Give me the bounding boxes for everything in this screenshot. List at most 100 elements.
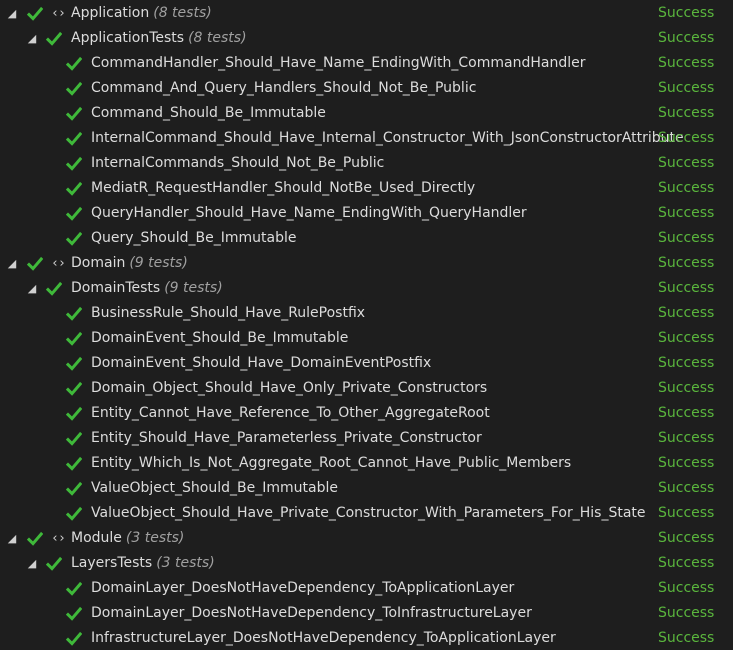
check-icon (65, 331, 83, 347)
test-name-label: MediatR_RequestHandler_Should_NotBe_Used… (91, 176, 475, 201)
test-row[interactable]: Entity_Should_Have_Parameterless_Private… (0, 426, 733, 451)
test-row[interactable]: InternalCommands_Should_Not_Be_Public Suc… (0, 151, 733, 176)
test-name-label: LayersTests (3 tests) (71, 551, 215, 576)
collapse-triangle-icon[interactable]: ◢ (26, 26, 38, 51)
class-row[interactable]: ◢ ApplicationTests (8 tests) Success (0, 26, 733, 51)
test-row[interactable]: Domain_Object_Should_Have_Only_Private_C… (0, 376, 733, 401)
check-icon (26, 256, 44, 272)
node-name: ValueObject_Should_Be_Immutable (91, 480, 338, 496)
test-row[interactable]: MediatR_RequestHandler_Should_NotBe_Used… (0, 176, 733, 201)
check-icon (65, 456, 83, 472)
test-row[interactable]: Query_Should_Be_Immutable Success (0, 226, 733, 251)
check-icon (65, 631, 83, 647)
check-icon (45, 556, 63, 572)
test-name-label: Domain (9 tests) (71, 251, 188, 276)
node-name: DomainEvent_Should_Have_DomainEventPostf… (91, 355, 432, 371)
namespace-row[interactable]: ◢ ‹› Domain (9 tests) Success (0, 251, 733, 276)
test-name-label: Entity_Should_Have_Parameterless_Private… (91, 426, 482, 451)
test-row[interactable]: DomainLayer_DoesNotHaveDependency_ToAppl… (0, 576, 733, 601)
check-icon (65, 181, 83, 197)
test-name-label: ApplicationTests (8 tests) (71, 26, 247, 51)
status-label: Success (658, 605, 715, 621)
test-row[interactable]: Entity_Which_Is_Not_Aggregate_Root_Canno… (0, 451, 733, 476)
node-name: Module (71, 530, 122, 546)
node-name: DomainLayer_DoesNotHaveDependency_ToInfr… (91, 605, 532, 621)
collapse-triangle-icon[interactable]: ◢ (6, 1, 18, 26)
collapse-triangle-icon[interactable]: ◢ (26, 551, 38, 576)
test-count: (3 tests) (156, 555, 215, 571)
test-row[interactable]: DomainEvent_Should_Be_Immutable Success (0, 326, 733, 351)
status-label: Success (658, 630, 715, 646)
test-name-label: Query_Should_Be_Immutable (91, 226, 296, 251)
check-icon (65, 306, 83, 322)
namespace-row[interactable]: ◢ ‹› Module (3 tests) Success (0, 526, 733, 551)
test-row[interactable]: ValueObject_Should_Be_Immutable Success (0, 476, 733, 501)
check-icon (65, 156, 83, 172)
check-icon (45, 281, 63, 297)
status-label: Success (658, 105, 715, 121)
check-icon (65, 106, 83, 122)
test-row[interactable]: QueryHandler_Should_Have_Name_EndingWith… (0, 201, 733, 226)
check-icon (45, 31, 63, 47)
test-count: (8 tests) (153, 5, 212, 21)
collapse-triangle-icon[interactable]: ◢ (6, 526, 18, 551)
collapse-triangle-icon[interactable]: ◢ (26, 276, 38, 301)
namespace-braces-icon: ‹› (51, 6, 66, 21)
test-count: (9 tests) (129, 255, 188, 271)
test-row[interactable]: Command_Should_Be_Immutable Success (0, 101, 733, 126)
test-name-label: InternalCommand_Should_Have_Internal_Con… (91, 126, 684, 151)
check-icon (65, 606, 83, 622)
status-label: Success (658, 5, 715, 21)
test-name-label: Command_Should_Be_Immutable (91, 101, 326, 126)
check-icon (65, 506, 83, 522)
class-row[interactable]: ◢ LayersTests (3 tests) Success (0, 551, 733, 576)
node-name: DomainLayer_DoesNotHaveDependency_ToAppl… (91, 580, 515, 596)
test-name-label: InfrastructureLayer_DoesNotHaveDependenc… (91, 626, 556, 650)
node-name: InfrastructureLayer_DoesNotHaveDependenc… (91, 630, 556, 646)
test-row[interactable]: DomainEvent_Should_Have_DomainEventPostf… (0, 351, 733, 376)
check-icon (65, 56, 83, 72)
node-name: ApplicationTests (71, 30, 185, 46)
namespace-row[interactable]: ◢ ‹› Application (8 tests) Success (0, 1, 733, 26)
status-label: Success (658, 580, 715, 596)
test-name-label: DomainLayer_DoesNotHaveDependency_ToAppl… (91, 576, 514, 601)
node-name: Entity_Cannot_Have_Reference_To_Other_Ag… (91, 405, 490, 421)
status-label: Success (658, 405, 715, 421)
test-row[interactable]: CommandHandler_Should_Have_Name_EndingWi… (0, 51, 733, 76)
namespace-braces-icon: ‹› (51, 256, 66, 271)
node-name: Domain (71, 255, 126, 271)
test-name-label: ValueObject_Should_Have_Private_Construc… (91, 501, 646, 526)
check-icon (65, 231, 83, 247)
check-icon (65, 206, 83, 222)
node-name: CommandHandler_Should_Have_Name_EndingWi… (91, 55, 586, 71)
status-label: Success (658, 330, 715, 346)
check-icon (65, 81, 83, 97)
test-row[interactable]: ValueObject_Should_Have_Private_Construc… (0, 501, 733, 526)
test-name-label: QueryHandler_Should_Have_Name_EndingWith… (91, 201, 527, 226)
test-count: (3 tests) (125, 530, 185, 546)
node-name: ValueObject_Should_Have_Private_Construc… (91, 505, 646, 521)
check-icon (26, 531, 44, 547)
node-name: Entity_Should_Have_Parameterless_Private… (91, 430, 482, 446)
node-name: Domain_Object_Should_Have_Only_Private_C… (91, 380, 488, 396)
node-name: Command_Should_Be_Immutable (91, 105, 326, 121)
check-icon (65, 431, 83, 447)
test-row[interactable]: InternalCommand_Should_Have_Internal_Con… (0, 126, 733, 151)
test-row[interactable]: BusinessRule_Should_Have_RulePostfix Succ… (0, 301, 733, 326)
status-label: Success (658, 455, 715, 471)
status-label: Success (658, 380, 715, 396)
status-label: Success (658, 430, 715, 446)
test-row[interactable]: InfrastructureLayer_DoesNotHaveDependenc… (0, 626, 733, 650)
test-row[interactable]: DomainLayer_DoesNotHaveDependency_ToInfr… (0, 601, 733, 626)
status-label: Success (658, 280, 715, 296)
test-row[interactable]: Command_And_Query_Handlers_Should_Not_Be… (0, 76, 733, 101)
status-label: Success (658, 30, 715, 46)
collapse-triangle-icon[interactable]: ◢ (6, 251, 18, 276)
test-name-label: Command_And_Query_Handlers_Should_Not_Be… (91, 76, 476, 101)
test-row[interactable]: Entity_Cannot_Have_Reference_To_Other_Ag… (0, 401, 733, 426)
node-name: Application (71, 5, 150, 21)
test-name-label: ValueObject_Should_Be_Immutable (91, 476, 338, 501)
class-row[interactable]: ◢ DomainTests (9 tests) Success (0, 276, 733, 301)
status-label: Success (658, 155, 715, 171)
check-icon (65, 131, 83, 147)
